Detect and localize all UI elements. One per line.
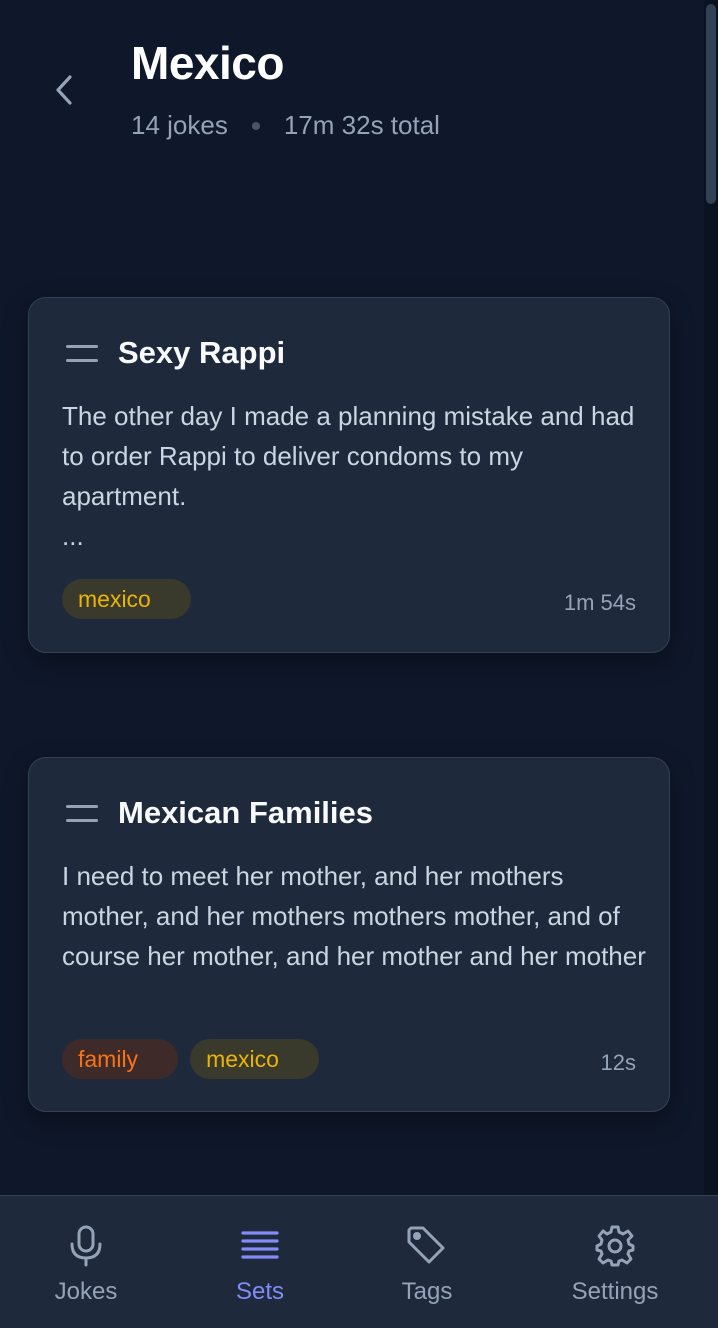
total-time: 17m 32s total (283, 110, 440, 140)
joke-title: Mexican Families (118, 795, 374, 830)
joke-body: The other day I made a planning mistake … (62, 401, 635, 551)
back-button[interactable] (44, 68, 84, 112)
nav-label: Sets (235, 1278, 285, 1305)
drag-handle-icon[interactable] (66, 803, 98, 825)
tag-mexico[interactable]: mexico (190, 1039, 319, 1079)
nav-label: Settings (571, 1278, 659, 1305)
joke-count: 14 jokes (131, 110, 228, 140)
tag-icon (405, 1222, 449, 1270)
joke-duration: 12s (600, 1050, 636, 1075)
drag-handle-icon[interactable] (66, 343, 98, 365)
joke-duration: 1m 54s (563, 590, 636, 615)
list-icon (240, 1222, 280, 1270)
nav-item-tags[interactable]: Tags (347, 1196, 507, 1328)
gear-icon (593, 1222, 637, 1270)
microphone-icon (66, 1222, 106, 1270)
tag-list: family mexico (62, 1039, 319, 1079)
set-summary: 14 jokes 17m 32s total (131, 110, 440, 141)
tag-family[interactable]: family (62, 1039, 179, 1079)
page-title: Mexico (131, 37, 284, 89)
tag-list: mexico (62, 579, 191, 619)
separator-dot (251, 121, 260, 130)
nav-item-sets[interactable]: Sets (180, 1196, 340, 1328)
bottom-nav: Jokes Sets Tags Settings (0, 1195, 718, 1328)
chevron-left-icon (56, 75, 72, 105)
joke-card[interactable]: Sexy Rappi The other day I made a planni… (28, 297, 670, 653)
scrollbar[interactable] (704, 0, 718, 1196)
nav-item-settings[interactable]: Settings (535, 1196, 695, 1328)
nav-item-jokes[interactable]: Jokes (6, 1196, 166, 1328)
nav-label: Jokes (54, 1278, 118, 1305)
tag-mexico[interactable]: mexico (62, 579, 191, 619)
joke-body: I need to meet her mother, and her mothe… (62, 861, 646, 971)
nav-label: Tags (401, 1278, 453, 1305)
page-header: Mexico 14 jokes 17m 32s total (0, 0, 704, 170)
joke-card[interactable]: Mexican Families I need to meet her moth… (28, 757, 670, 1112)
joke-title: Sexy Rappi (118, 335, 286, 370)
scrollbar-thumb[interactable] (706, 4, 716, 204)
